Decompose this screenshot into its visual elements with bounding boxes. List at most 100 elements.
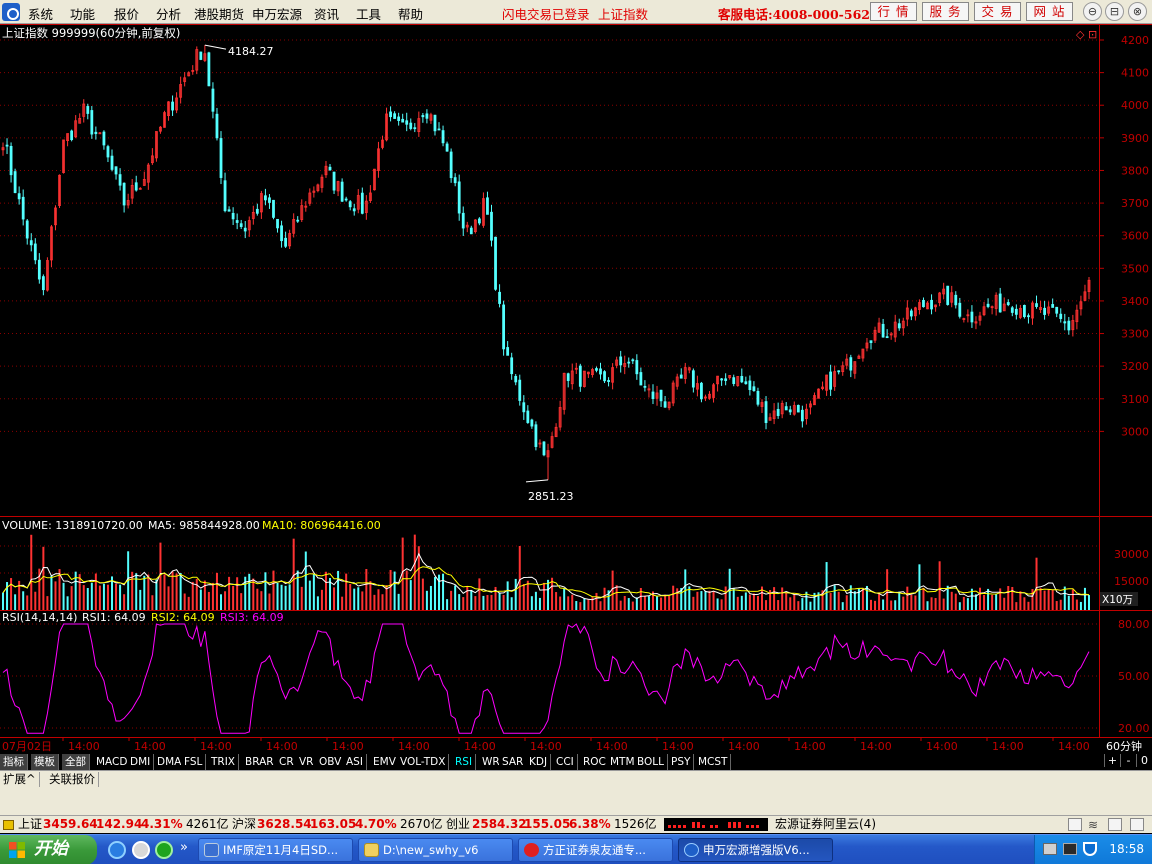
indicator-tab-15[interactable]: RSI xyxy=(452,754,477,770)
chart-corner-icons[interactable]: ◇ ⊡ xyxy=(1076,28,1097,41)
indicator-tab-3[interactable]: MACD xyxy=(93,754,132,770)
volume-bar xyxy=(890,600,893,610)
quotes-button[interactable]: 行情 xyxy=(870,2,917,21)
indicator-tab-2[interactable]: 全部 xyxy=(62,754,90,770)
menu-swhy[interactable]: 申万宏源 xyxy=(252,4,302,23)
candle-body xyxy=(748,380,752,391)
volume-bar xyxy=(1019,591,1022,610)
indicator-tab-4[interactable]: DMI xyxy=(127,754,155,770)
volume-tick-30000: 30000 xyxy=(1114,548,1149,561)
indicator-tab-1[interactable]: 模板 xyxy=(31,754,59,770)
chrome-icon[interactable] xyxy=(132,841,150,859)
quicklaunch-chevron-icon[interactable]: » xyxy=(180,840,188,855)
volume-bar xyxy=(474,596,477,610)
volume-bar xyxy=(660,597,663,610)
indicator-tab-24[interactable]: MCST xyxy=(695,754,732,770)
menu-analysis[interactable]: 分析 xyxy=(156,4,181,23)
menu-function[interactable]: 功能 xyxy=(70,4,95,23)
indicator-tab-10[interactable]: VR xyxy=(296,754,318,770)
indicator-tab-6[interactable]: FSL xyxy=(181,754,207,770)
indicator-zoom-control[interactable]: 0 xyxy=(1136,754,1152,767)
volume-bar xyxy=(405,570,408,610)
menu-quotes[interactable]: 报价 xyxy=(114,4,139,23)
service-button[interactable]: 服务 xyxy=(922,2,969,21)
candle-body xyxy=(619,356,623,366)
volume-bar xyxy=(167,586,170,610)
indicator-tab-20[interactable]: ROC xyxy=(580,754,610,770)
volume-bar xyxy=(530,596,533,610)
website-button[interactable]: 网站 xyxy=(1026,2,1073,21)
volume-bar xyxy=(1059,599,1062,610)
period-label[interactable]: 60分钟 xyxy=(1106,739,1142,753)
indicator-tab-14[interactable]: VOL-TDX xyxy=(397,754,450,770)
start-button[interactable]: 开始 xyxy=(0,835,97,864)
menu-hk-futures[interactable]: 港股期货 xyxy=(194,4,244,23)
ie-icon[interactable] xyxy=(108,841,126,859)
tab-expand[interactable]: 扩展^ xyxy=(0,772,40,787)
volume-bar xyxy=(369,581,372,610)
indicator-tab-7[interactable]: TRIX xyxy=(208,754,239,770)
candle-body xyxy=(207,52,211,87)
close-icon[interactable]: ⊗ xyxy=(1128,2,1147,21)
task-fangzheng[interactable]: 方正证券泉友通专... xyxy=(518,838,673,862)
tab-related-quotes[interactable]: 关联报价 xyxy=(46,772,99,787)
broker-server[interactable]: 宏源证券阿里云(4) xyxy=(775,816,876,833)
candle-body xyxy=(607,380,610,382)
indicator-tab-17[interactable]: SAR xyxy=(499,754,528,770)
indicator-tab-23[interactable]: PSY xyxy=(668,754,695,770)
task-folder[interactable]: D:\new_swhy_v6 xyxy=(358,838,513,862)
status-tool-icon[interactable] xyxy=(1108,818,1122,831)
sh-label[interactable]: 上证 xyxy=(18,816,42,833)
volume-bar xyxy=(296,570,299,610)
task-folder-icon xyxy=(364,843,379,857)
task-imf-article[interactable]: IMF原定11月4日SD... xyxy=(198,838,353,862)
status-settings-icon[interactable] xyxy=(1130,818,1144,831)
indicator-tab-8[interactable]: BRAR xyxy=(242,754,278,770)
candle-body xyxy=(490,211,493,241)
tray-shield-icon[interactable] xyxy=(1083,842,1097,856)
menu-help[interactable]: 帮助 xyxy=(398,4,423,23)
volume-bar xyxy=(946,585,949,610)
price-tick-label: 3700 xyxy=(1121,197,1149,210)
volume-bar xyxy=(1088,595,1090,610)
hs-label[interactable]: 沪深 xyxy=(232,816,256,833)
login-status[interactable]: 闪电交易已登录 xyxy=(502,4,590,23)
clock[interactable]: 18:58 xyxy=(1109,842,1144,856)
status-signal-icon[interactable]: ≋ xyxy=(1088,817,1098,834)
indicator-zoom-control[interactable]: - xyxy=(1120,754,1136,767)
trade-button[interactable]: 交易 xyxy=(974,2,1021,21)
restore-icon[interactable]: ⊟ xyxy=(1105,2,1124,21)
indicator-tab-0[interactable]: 指标 xyxy=(0,754,28,770)
green-app-icon[interactable] xyxy=(155,841,173,859)
candle-body xyxy=(599,368,602,375)
candle-body xyxy=(86,106,90,114)
volume-bar xyxy=(316,596,319,610)
indicator-tab-22[interactable]: BOLL xyxy=(634,754,668,770)
task-swhy[interactable]: 申万宏源增强版V6... xyxy=(678,838,833,862)
price-tick-label: 3200 xyxy=(1121,360,1149,373)
volume-bar xyxy=(90,582,93,610)
indicator-zoom-controls: + -0 xyxy=(1104,754,1152,770)
indicator-tab-9[interactable]: CR xyxy=(276,754,298,770)
indicator-tab-19[interactable]: CCI xyxy=(553,754,578,770)
volume-bar xyxy=(272,570,275,610)
indicator-tab-11[interactable]: OBV xyxy=(316,754,346,770)
indicator-tab-18[interactable]: KDJ xyxy=(526,754,552,770)
indicator-zoom-control[interactable]: + xyxy=(1104,754,1120,767)
volume-bar xyxy=(215,572,218,610)
kline-chart[interactable]: 上证指数 999999(60分钟,前复权) ◇ ⊡ 4184.27 2851.2… xyxy=(0,24,1152,754)
tray-network-icon[interactable] xyxy=(1043,843,1057,855)
hs-amount: 2670亿 xyxy=(400,817,443,831)
date-start-label: 07月02日 xyxy=(2,740,52,753)
volume-bar xyxy=(224,591,227,610)
indicator-tab-13[interactable]: EMV xyxy=(370,754,400,770)
status-message-icon[interactable] xyxy=(1068,818,1082,831)
minimize-icon[interactable]: ⊖ xyxy=(1083,2,1102,21)
indicator-tab-12[interactable]: ASI xyxy=(343,754,367,770)
chart-area[interactable]: 上证指数 999999(60分钟,前复权) ◇ ⊡ 4184.27 2851.2… xyxy=(0,24,1152,770)
menu-system[interactable]: 系统 xyxy=(28,4,53,23)
menu-news[interactable]: 资讯 xyxy=(314,4,339,23)
cy-label[interactable]: 创业 xyxy=(446,816,470,833)
menu-tools[interactable]: 工具 xyxy=(356,4,381,23)
tray-monitor-icon[interactable] xyxy=(1063,843,1077,855)
